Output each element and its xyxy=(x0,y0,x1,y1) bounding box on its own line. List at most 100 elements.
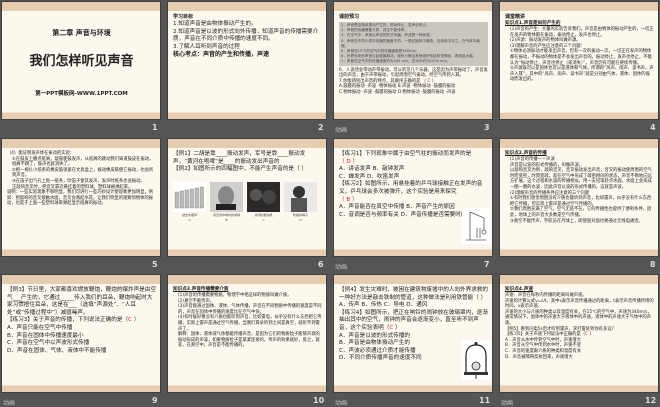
slide-text-line: A．声音只能在空气中传播 xyxy=(7,324,73,331)
slide-text-line: D．声音被障碍反射回来，声速增大 xyxy=(505,354,573,360)
picture-item: 吹着的哨子 D xyxy=(284,181,317,222)
slide-text-line: ①物体必须振动才能发出声音，但有一次的振动一次，一切正在发声的物体都在振动，不振… xyxy=(510,49,652,66)
slide-text-line: 声速的计算公式v=s/t，其中s表示声音传播通过的距离，t表示声音传播所用的时间… xyxy=(505,298,654,310)
slide-text-line: 核心考点：声音的产生和传播，声速 xyxy=(173,51,270,59)
slide-text-line: 学习目标 xyxy=(173,14,194,20)
slide-text-line: 说明：一些实验现象不够明显，我们可进行一些巧妙设计使现象更加明显，例如：把敲响的… xyxy=(7,190,154,207)
slide-thumbnail-8[interactable]: 知识点2.声音的传播 (1)声音的传播——声波 声音是以波的形式传播的，叫做声波。以… xyxy=(500,139,658,256)
slide-header-band xyxy=(168,275,326,284)
picture-caption: 吹着的哨子 xyxy=(292,212,308,217)
slide-text-line: 1.知道声音是由物体振动产生的。 xyxy=(173,21,257,27)
slide-footer-band xyxy=(334,112,492,119)
slide-content: 课堂精讲 知识点1.声音是如何产生的 (1)声音的产生：大量的实验告诉我们，声音是由… xyxy=(505,14,654,111)
slide-header-band xyxy=(2,139,160,148)
slide-number: 8 xyxy=(650,260,656,269)
picture-image xyxy=(247,181,280,212)
slide-number: 7 xyxy=(484,260,490,269)
animation-icon[interactable]: 动画 xyxy=(335,398,347,407)
slide-number: 5 xyxy=(152,260,158,269)
slide-footer-band xyxy=(2,112,160,119)
picture-letter: D xyxy=(299,217,302,222)
animation-icon[interactable]: 动画 xyxy=(501,398,513,407)
slide-header-band xyxy=(500,275,658,284)
slide-content: 【例3】节日里，大家都喜欢燃放鞭炮，鞭炮的爆炸声是由空气___产生的，它通过__… xyxy=(7,287,156,384)
slide-thumbnail-2[interactable]: 学习目标 1.知道声音是由物体振动产生的。 2.知道声音是以波的形式向外传播，知道声… xyxy=(168,2,326,119)
slide-text-line: C．声音在空气中以声波形式传播 xyxy=(7,340,90,347)
slide-number: 3 xyxy=(484,123,490,132)
answer-letter: C xyxy=(585,332,589,338)
slide-text-line: 第二章 声音与环境 xyxy=(52,29,111,37)
picture-letter: B xyxy=(225,217,228,222)
slide-number: 10 xyxy=(313,396,325,405)
slide-text-line: 【练习2】如图所示，用悬挂着的乒乓球接触正在发声的音叉，乒乓球会多次被弹开，这个… xyxy=(339,181,483,195)
slide-footer-band xyxy=(334,385,492,392)
slide-thumbnail-5[interactable]: （4）能证明发声体在振动的实验： ①在鼓皮上撒点纸屑，敲鼓使鼓发声，从纸屑的跳动我… xyxy=(2,139,160,256)
slide-text-line: 【例4】发生灾难时，被困在建筑物废墟中的人向外界求救的一种好方法是敲击铁制的管道… xyxy=(339,287,488,301)
slide-content: 第二章 声音与环境 我们怎样听见声音 第一PPT模板网-WWW.1PPT.COM xyxy=(7,14,156,111)
slide-header-band xyxy=(168,2,326,11)
picture-item: 真空罩中响铃的闹钟 B xyxy=(210,181,243,222)
slide-text-line: ②我们周围充满了空气，空气无处不在，它的传播性也提供了便利条件，因此，地球上的声… xyxy=(510,207,652,218)
slide-header-band xyxy=(2,275,160,284)
slide-text-line: 解释：固体、液体或气体都能传播声音，是因为它们的物质粒子能够声源的振动形成的声波… xyxy=(178,332,320,349)
slide-thumbnail-12[interactable]: 知识点4.声速 声速：声音在每秒内传播的距离叫做声速。 声速的计算公式v=s/t，其… xyxy=(500,275,658,392)
example-pictures: 敲击水瓶琴 A 真空罩中响铃的闹钟 B 关闭的发动机 C 吹着的哨子 D xyxy=(173,181,322,222)
picture-image xyxy=(210,181,243,212)
slide-text-line: A．讲话发声 B．敲钟发声 xyxy=(339,166,405,173)
slide-number: 4 xyxy=(650,123,656,132)
slide-content: 课前预习 1．声音是由物体振动产生的，振动停止，发声也停止。 2．声音的传播需要介质… xyxy=(339,14,488,111)
slide-text-line: 【例2】如图所示的四幅图中，不能产生声音的是（ ） xyxy=(173,166,307,173)
slide-thumbnail-10[interactable]: 知识点3.声音传播需要介质 (1)声音的传播需要物质，物理学中把这样的物质叫做介质… xyxy=(168,275,326,392)
slide-thumbnail-3[interactable]: 课前预习 1．声音是由物体振动产生的，振动停止，发声也停止。 2．声音的传播需要介质… xyxy=(334,2,492,119)
slide-number: 1 xyxy=(152,123,158,132)
answer-letter: C xyxy=(128,317,132,324)
slide-thumbnail-9[interactable]: 【例3】节日里，大家都喜欢燃放鞭炮，鞭炮的爆炸声是由空气___产生的，它通过__… xyxy=(2,275,160,392)
slide-text-line: ②把一根扎小纸条的橡皮筋张紧在文具盒上，拨动橡皮筋使它振动，也会听到声音。 xyxy=(12,167,154,179)
picture-image xyxy=(173,181,206,212)
slide-text-line: 【例1】二胡是靠____振动发声，军号是靠____振动发声，“黄河在咆哮”是__… xyxy=(173,151,306,165)
slide-footer-band xyxy=(500,385,658,392)
picture-letter: A xyxy=(188,217,191,222)
slide-text-line: 【练习4】如图所示，把正在响铃的闹钟放在玻璃罩内，逐渐抽出其中的空气，闹钟的声音… xyxy=(339,309,488,331)
slide-footer-band xyxy=(500,112,658,119)
slide-text-line: 课堂精讲 xyxy=(505,14,526,20)
animation-icon[interactable]: 动画 xyxy=(3,398,15,407)
slide-text-line: D．声音在固体、气体、液体中不能传播 xyxy=(7,347,107,354)
picture-caption: 关闭的发动机 xyxy=(254,212,273,217)
picture-image xyxy=(284,181,317,212)
animation-icon[interactable]: 动画 xyxy=(335,125,347,134)
slide-header-band xyxy=(2,2,160,11)
slide-text-line: (4)有时候好像没有介质也能听到声音，比如雷电，似乎没有什么东西把它传播，实际上… xyxy=(178,315,322,332)
slide-text-line: ①在鼓皮上撒点纸屑，敲鼓使鼓发声，从纸屑的跳动我们知道鼓皮在振动，纸屑不跳了，鼓… xyxy=(12,156,154,168)
slide-thumbnail-1[interactable]: 第二章 声音与环境 我们怎样听见声音 第一PPT模板网-WWW.1PPT.COM xyxy=(2,2,160,119)
slide-text-line: (3)声音能通过固体、液体、气体传播，声音在不同物质中传播的速度是不同的，声音在… xyxy=(178,304,322,315)
picture-item: 敲击水瓶琴 A xyxy=(173,181,206,222)
picture-caption: 真空罩中响铃的闹钟 xyxy=(212,212,240,217)
slide-text-line: C.物体振动 -声波 -鼓膜的振动 D.物体振动 -鼓膜的振动 -声波 xyxy=(339,90,456,95)
slide-header-band xyxy=(334,2,492,11)
slide-text-line: A．传声 B．传热 C．导电 D．通风 xyxy=(339,302,428,309)
exercise-line: 7．声音在空气中的传播速度约为340 m/s，在水中约为1500 m/s。 xyxy=(341,59,451,64)
slide-text-line: ①有时我们感觉周围没有介质也能听到声音，比如雷声，似乎没有什么东西把它传播，但实… xyxy=(510,196,652,207)
slide-text-line: 2.知道声音是以波的形式向外传播，知道声音的传播需要介质，声音在不同介质中传播的… xyxy=(173,28,319,43)
slide-footer-band xyxy=(334,249,492,256)
slide-number: 12 xyxy=(645,396,657,405)
slide-thumbnail-11[interactable]: 【例4】发生灾难时，被困在建筑物废墟中的人向外界求救的一种好方法是敲击铁制的管道… xyxy=(334,275,492,392)
slide-text-line: 课前预习 xyxy=(339,14,360,20)
slide-text-line: ②声源既可以是固体也可以是液体和气体。所谓的“风声、雨声、读书声，声声入耳”，其… xyxy=(510,66,654,83)
bell-jar-figure xyxy=(462,340,490,384)
slide-thumbnail-4[interactable]: 课堂精讲 知识点1.声音是如何产生的 (1)声音的产生：大量的实验告诉我们，声音是由… xyxy=(500,2,658,119)
slide-thumbnail-6[interactable]: 【例1】二胡是靠____振动发声，军号是靠____振动发声，“黄河在咆哮”是__… xyxy=(168,139,326,256)
animation-icon[interactable]: 动画 xyxy=(335,262,347,271)
slide-header-band xyxy=(500,139,658,148)
slide-footer-band xyxy=(168,249,326,256)
slide-number: 2 xyxy=(318,123,324,132)
slide-content: 【例1】二胡是靠____振动发声，军号是靠____振动发声，“黄河在咆哮”是__… xyxy=(173,151,322,248)
slide-text-line: 【练习1】下列现象中属于由空气柱的振动而发声的是 xyxy=(339,151,472,157)
preview-exercise-box: 1．声音是由物体振动产生的，振动停止，发声也停止。 2．声音的传播需要介质，真空不… xyxy=(339,22,488,66)
slide-thumbnail-7[interactable]: 【练习1】下列现象中属于由空气柱的振动而发声的是 （ D ） A．讲话发声 B．敲… xyxy=(334,139,492,256)
answer-letter: C xyxy=(389,324,394,331)
slide-footer-band xyxy=(168,112,326,119)
slide-header-band xyxy=(168,139,326,148)
slide-number: 9 xyxy=(152,396,158,405)
